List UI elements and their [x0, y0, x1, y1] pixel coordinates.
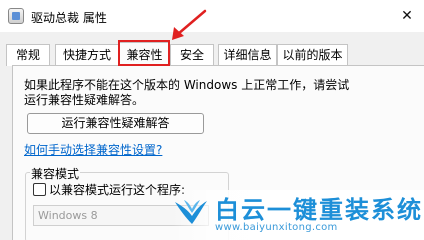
- watermark-brand: 白云一键重装系统: [215, 196, 423, 224]
- intro-line-2: 运行兼容性疑难解答。: [24, 93, 145, 107]
- watermark-url: www.baiyunxitong.com: [215, 222, 338, 233]
- tab-highlight-box: [118, 40, 170, 66]
- app-icon: [8, 8, 24, 24]
- tab-strip: 常规 快捷方式 兼容性 安全 详细信息 以前的版本: [0, 42, 424, 66]
- close-button[interactable]: ✕: [394, 4, 420, 28]
- title-bar: 驱动总裁 属性 ✕: [0, 0, 424, 32]
- tab-security[interactable]: 安全: [170, 44, 214, 66]
- run-troubleshooter-button[interactable]: 运行兼容性疑难解答: [27, 113, 204, 134]
- tab-shortcut[interactable]: 快捷方式: [55, 44, 119, 66]
- compat-mode-checkbox[interactable]: [33, 183, 46, 196]
- intro-text: 如果此程序不能在这个版本的 Windows 上正常工作，请尝试 运行兼容性疑难解…: [24, 78, 384, 108]
- tab-general[interactable]: 常规: [6, 44, 50, 66]
- window-title: 驱动总裁 属性: [31, 11, 107, 25]
- bird-logo-icon: [175, 200, 207, 224]
- tab-details[interactable]: 详细信息: [218, 44, 277, 66]
- compat-mode-checkbox-label[interactable]: 以兼容模式运行这个程序:: [49, 181, 185, 198]
- compat-mode-group-title: 兼容模式: [30, 165, 81, 182]
- manual-settings-link[interactable]: 如何手动选择兼容性设置?: [24, 141, 162, 158]
- watermark: 白云一键重装系统 www.baiyunxitong.com: [172, 190, 424, 240]
- intro-line-1: 如果此程序不能在这个版本的 Windows 上正常工作，请尝试: [24, 78, 350, 92]
- tab-previous-versions[interactable]: 以前的版本: [277, 44, 348, 66]
